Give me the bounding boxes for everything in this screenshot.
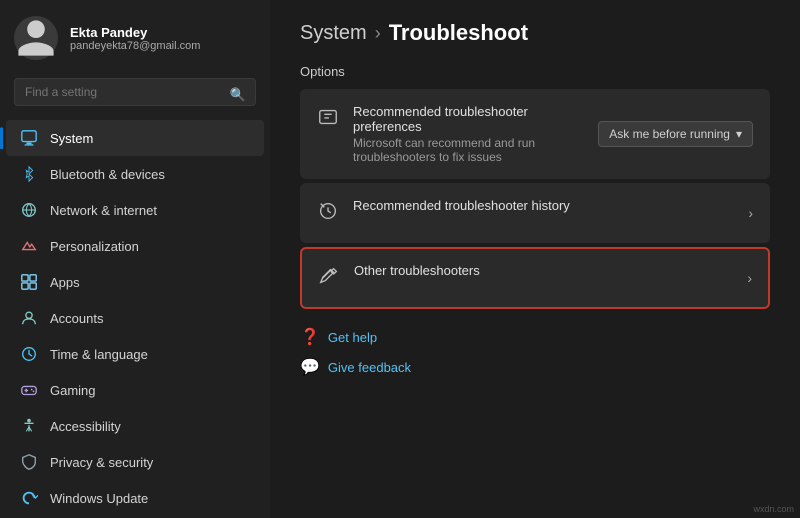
bluetooth-icon xyxy=(20,165,38,183)
link-give-feedback[interactable]: 💬 Give feedback xyxy=(300,355,770,379)
privacy-icon xyxy=(20,453,38,471)
recommended-prefs-subtitle: Microsoft can recommend and run troubles… xyxy=(353,136,598,164)
recommended-prefs-dropdown[interactable]: Ask me before running ▾ xyxy=(598,121,753,147)
sidebar-label-bluetooth: Bluetooth & devices xyxy=(50,167,165,182)
sidebar-item-bluetooth[interactable]: Bluetooth & devices xyxy=(6,156,264,192)
sidebar-label-gaming: Gaming xyxy=(50,383,96,398)
breadcrumb: System › Troubleshoot xyxy=(300,20,770,46)
options-list: Recommended troubleshooter preferencesMi… xyxy=(300,89,770,309)
sidebar-label-privacy: Privacy & security xyxy=(50,455,153,470)
give-feedback-label: Give feedback xyxy=(328,360,411,375)
other-troubleshooters-chevron: › xyxy=(747,270,752,286)
sidebar: Ekta Pandey pandeyekta78@gmail.com 🔍 Sys… xyxy=(0,0,270,518)
get-help-icon: ❓ xyxy=(300,327,320,347)
sidebar-item-system[interactable]: System xyxy=(6,120,264,156)
sidebar-item-accessibility[interactable]: Accessibility xyxy=(6,408,264,444)
give-feedback-icon: 💬 xyxy=(300,357,320,377)
get-help-label: Get help xyxy=(328,330,377,345)
recommended-prefs-title: Recommended troubleshooter preferences xyxy=(353,104,598,134)
sidebar-label-personalization: Personalization xyxy=(50,239,139,254)
sidebar-item-privacy[interactable]: Privacy & security xyxy=(6,444,264,480)
sidebar-item-gaming[interactable]: Gaming xyxy=(6,372,264,408)
user-name: Ekta Pandey xyxy=(70,25,200,40)
user-profile: Ekta Pandey pandeyekta78@gmail.com xyxy=(0,0,270,74)
sidebar-label-time: Time & language xyxy=(50,347,148,362)
gaming-icon xyxy=(20,381,38,399)
recommended-history-chevron: › xyxy=(748,205,753,221)
sidebar-item-network[interactable]: Network & internet xyxy=(6,192,264,228)
avatar-icon xyxy=(14,16,58,60)
sidebar-label-update: Windows Update xyxy=(50,491,148,506)
option-other-troubleshooters[interactable]: Other troubleshooters › xyxy=(300,247,770,309)
nav-list: System Bluetooth & devices Network & inter… xyxy=(0,116,270,518)
recommended-history-title: Recommended troubleshooter history xyxy=(353,198,570,213)
accounts-icon xyxy=(20,309,38,327)
user-info: Ekta Pandey pandeyekta78@gmail.com xyxy=(70,25,200,52)
system-icon xyxy=(20,129,38,147)
sidebar-item-update[interactable]: Windows Update xyxy=(6,480,264,516)
sidebar-label-network: Network & internet xyxy=(50,203,157,218)
network-icon xyxy=(20,201,38,219)
sidebar-item-accounts[interactable]: Accounts xyxy=(6,300,264,336)
recommended-history-icon xyxy=(317,200,339,228)
breadcrumb-separator: › xyxy=(375,23,381,44)
sidebar-item-apps[interactable]: Apps xyxy=(6,264,264,300)
section-label: Options xyxy=(300,64,770,79)
other-troubleshooters-title: Other troubleshooters xyxy=(354,263,480,278)
other-troubleshooters-icon xyxy=(318,265,340,293)
personalization-icon xyxy=(20,237,38,255)
search-input[interactable] xyxy=(14,78,256,106)
link-section: ❓ Get help 💬 Give feedback xyxy=(300,325,770,379)
search-container: 🔍 xyxy=(0,74,270,116)
main-content: System › Troubleshoot Options Recommende… xyxy=(270,0,800,518)
breadcrumb-current: Troubleshoot xyxy=(389,20,528,46)
option-recommended-history[interactable]: Recommended troubleshooter history › xyxy=(300,183,770,243)
sidebar-label-accounts: Accounts xyxy=(50,311,103,326)
option-recommended-prefs[interactable]: Recommended troubleshooter preferencesMi… xyxy=(300,89,770,179)
sidebar-label-accessibility: Accessibility xyxy=(50,419,121,434)
sidebar-item-time[interactable]: Time & language xyxy=(6,336,264,372)
sidebar-item-personalization[interactable]: Personalization xyxy=(6,228,264,264)
apps-icon xyxy=(20,273,38,291)
link-get-help[interactable]: ❓ Get help xyxy=(300,325,770,349)
avatar xyxy=(14,16,58,60)
sidebar-label-system: System xyxy=(50,131,93,146)
update-icon xyxy=(20,489,38,507)
accessibility-icon xyxy=(20,417,38,435)
sidebar-label-apps: Apps xyxy=(50,275,80,290)
recommended-prefs-icon xyxy=(317,106,339,134)
time-icon xyxy=(20,345,38,363)
user-email: pandeyekta78@gmail.com xyxy=(70,40,200,52)
breadcrumb-parent: System xyxy=(300,22,367,45)
